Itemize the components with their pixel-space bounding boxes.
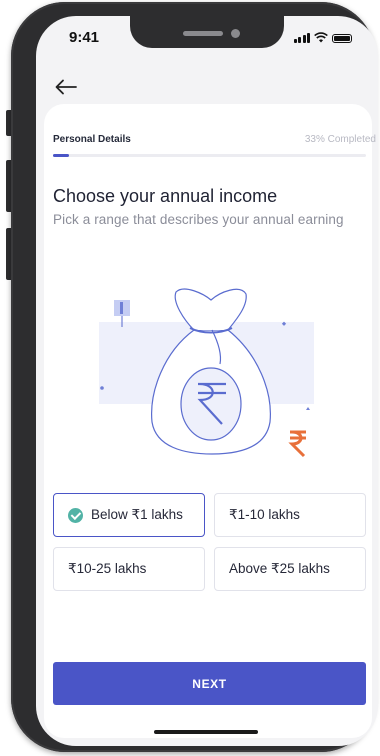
home-indicator[interactable]	[154, 730, 258, 734]
phone-frame: 9:41 Personal Details 33% Completed Choo…	[11, 2, 378, 752]
income-option-below-1-lakh[interactable]: Below ₹1 lakhs	[53, 493, 205, 537]
arrow-left-icon[interactable]	[54, 78, 78, 96]
wifi-icon	[314, 32, 328, 43]
income-option-10-25-lakhs[interactable]: ₹10-25 lakhs	[53, 547, 205, 591]
income-option-1-10-lakhs[interactable]: ₹1-10 lakhs	[214, 493, 366, 537]
battery-icon	[332, 34, 352, 43]
progress-fill	[53, 154, 69, 157]
camera	[231, 29, 240, 38]
money-bag-illustration	[99, 288, 314, 458]
status-icons	[293, 32, 352, 43]
notch	[130, 16, 284, 48]
income-option-label: Below ₹1 lakhs	[91, 507, 183, 522]
rupee-icon	[288, 430, 306, 458]
page-subtitle: Pick a range that describes your annual …	[53, 212, 344, 227]
status-time: 9:41	[69, 29, 100, 46]
speaker	[183, 31, 223, 36]
income-option-label: ₹1-10 lakhs	[229, 507, 300, 522]
income-option-above-25-lakhs[interactable]: Above ₹25 lakhs	[214, 547, 366, 591]
decor-triangle	[306, 407, 310, 410]
income-option-label: Above ₹25 lakhs	[229, 561, 330, 576]
progress-completed-text: 33% Completed	[304, 134, 376, 145]
progress-label: Personal Details	[53, 134, 131, 145]
form-card: Personal Details 33% Completed Choose yo…	[44, 104, 376, 738]
money-bag-icon	[151, 288, 271, 455]
signal-icon	[293, 33, 310, 43]
phone-screen: 9:41 Personal Details 33% Completed Choo…	[36, 16, 378, 746]
decor-dot	[100, 386, 104, 390]
page-title: Choose your annual income	[53, 186, 278, 206]
check-circle-icon	[68, 507, 83, 523]
progress-bar	[53, 154, 366, 157]
next-button[interactable]: NEXT	[53, 662, 366, 705]
income-option-label: ₹10-25 lakhs	[68, 561, 147, 576]
